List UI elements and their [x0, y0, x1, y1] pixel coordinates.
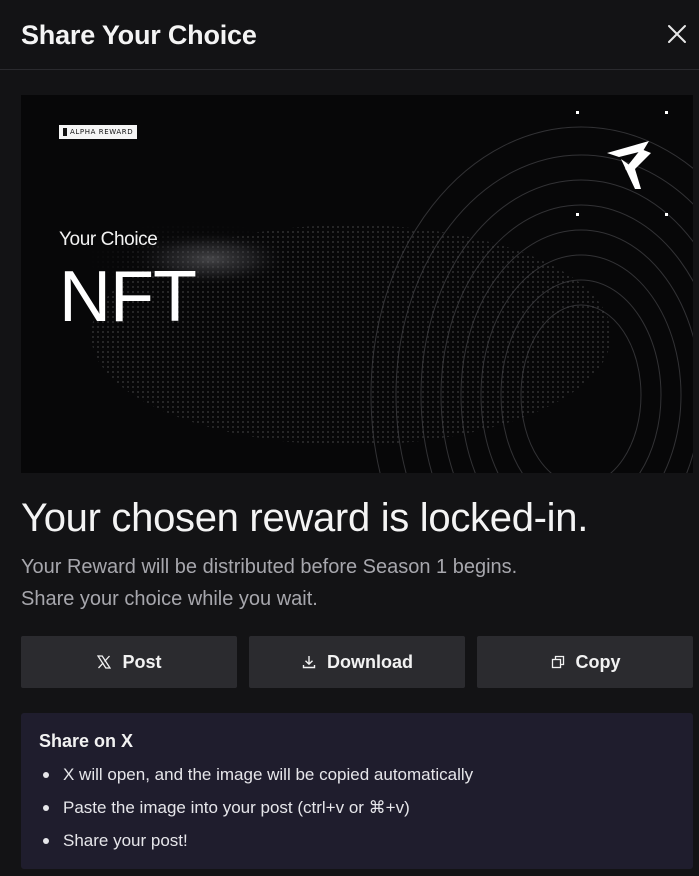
list-item: Share your post!: [39, 829, 473, 862]
badge-marker: [63, 128, 67, 136]
share-dialog: Share Your Choice ALPHA REWARD Your Choi…: [0, 0, 699, 876]
nft-preview-image: ALPHA REWARD Your Choice NFT: [21, 95, 693, 473]
copy-icon: [550, 654, 566, 670]
list-item-text: X will open, and the image will be copie…: [63, 765, 474, 784]
alpha-reward-badge: ALPHA REWARD: [59, 125, 138, 139]
description: Your Reward will be distributed before S…: [21, 551, 517, 615]
close-icon[interactable]: [665, 22, 689, 46]
copy-button[interactable]: Copy: [477, 636, 693, 688]
brand-logo-icon: [605, 139, 653, 196]
description-line-2: Share your choice while you wait.: [21, 588, 318, 610]
description-line-1: Your Reward will be distributed before S…: [21, 556, 518, 578]
download-icon: [301, 654, 317, 670]
copy-label: Copy: [575, 651, 621, 672]
list-item: X will open, and the image will be copie…: [39, 763, 473, 796]
banner-title: NFT: [59, 257, 197, 337]
share-instructions-box: Share on X X will open, and the image wi…: [21, 713, 693, 869]
download-label: Download: [327, 651, 413, 672]
list-item-text: Share your post!: [63, 831, 188, 850]
post-label: Post: [122, 651, 162, 672]
badge-label: ALPHA REWARD: [70, 128, 134, 136]
list-item: Paste the image into your post (ctrl+v o…: [39, 796, 473, 829]
list-item-text: Paste the image into your post (ctrl+v o…: [63, 798, 410, 817]
download-button[interactable]: Download: [249, 636, 465, 688]
dialog-header: Share Your Choice: [0, 0, 699, 70]
bullet-icon: [43, 838, 49, 844]
share-instructions-title: Share on X: [39, 731, 134, 751]
headline: Your chosen reward is locked-in.: [21, 496, 589, 540]
x-logo-icon: [96, 654, 112, 670]
bullet-icon: [43, 805, 49, 811]
dialog-title: Share Your Choice: [21, 20, 257, 50]
share-instructions-list: X will open, and the image will be copie…: [39, 763, 473, 862]
bullet-icon: [43, 772, 49, 778]
post-button[interactable]: Post: [21, 636, 237, 688]
banner-subtitle: Your Choice: [59, 229, 158, 250]
